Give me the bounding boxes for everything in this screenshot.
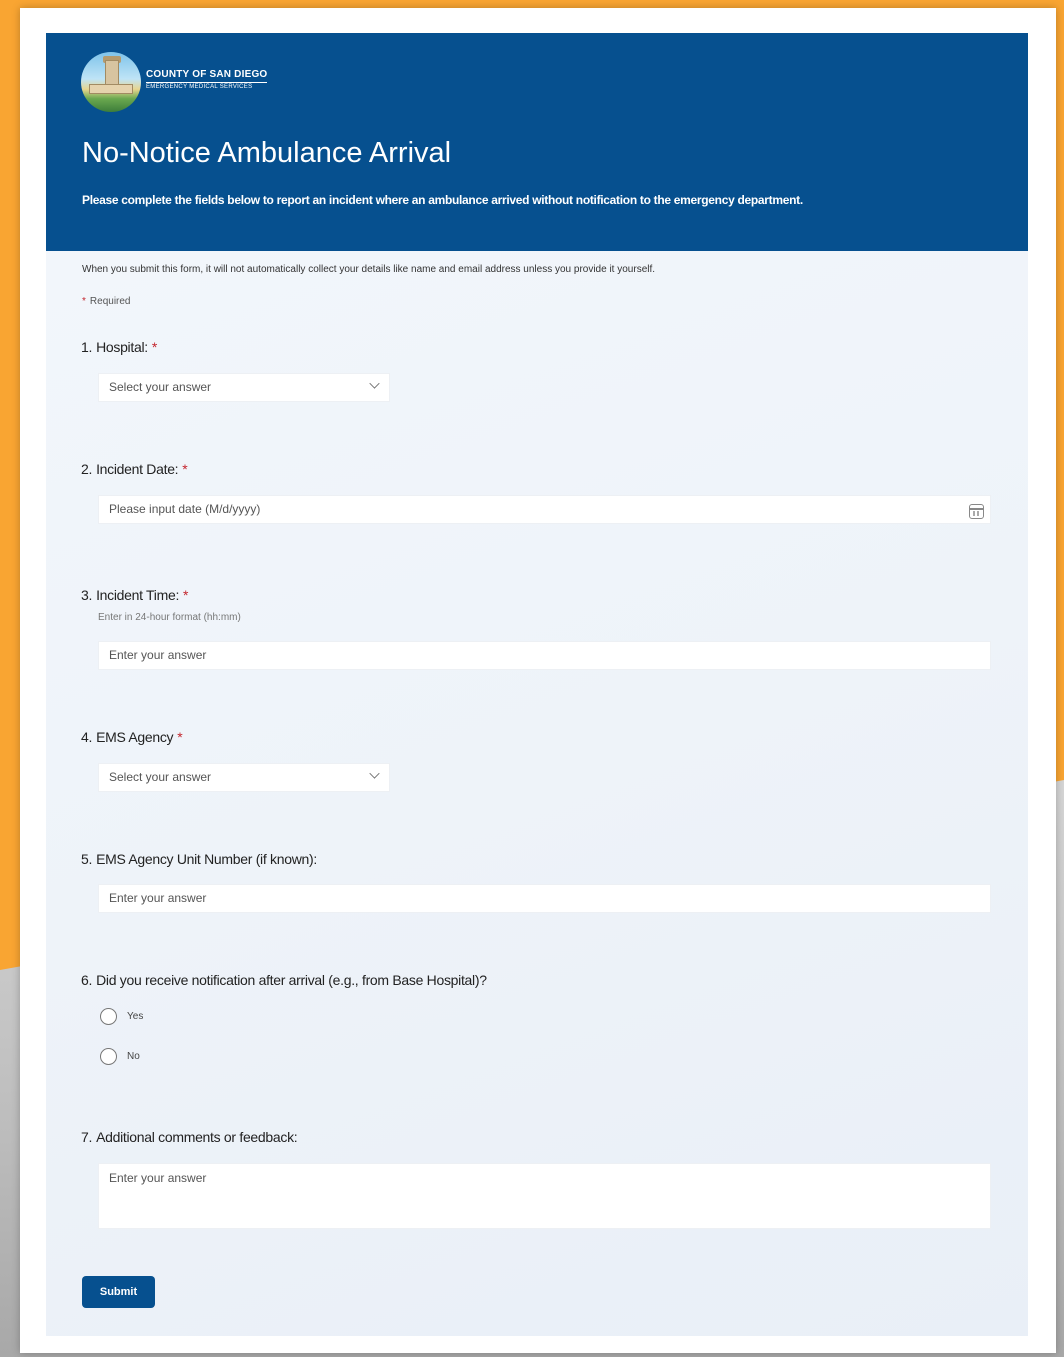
radio-option-no[interactable]: No <box>100 1048 140 1065</box>
form-container: COUNTY OF SAN DIEGO EMERGENCY MEDICAL SE… <box>46 33 1028 1336</box>
radio-label: Yes <box>127 1011 144 1022</box>
comments-textarea[interactable]: Enter your answer <box>98 1163 991 1229</box>
radio-option-yes[interactable]: Yes <box>100 1008 143 1025</box>
comments-placeholder: Enter your answer <box>109 1171 207 1185</box>
question-6-label: 6. Did you receive notification after arr… <box>81 972 487 988</box>
required-legend-text: Required <box>89 296 131 307</box>
required-star: * <box>177 729 183 745</box>
logo-text: COUNTY OF SAN DIEGO EMERGENCY MEDICAL SE… <box>146 69 268 90</box>
incident-date-placeholder: Please input date (M/d/yyyy) <box>109 502 261 516</box>
ems-agency-select[interactable]: Select your answer <box>98 763 390 792</box>
hospital-select-placeholder: Select your answer <box>109 380 212 394</box>
question-1-label: 1. Hospital: * <box>81 339 157 355</box>
county-logo-icon <box>81 52 141 112</box>
submit-button[interactable]: Submit <box>82 1276 155 1308</box>
radio-label: No <box>127 1051 140 1062</box>
question-text: Additional comments or feedback: <box>96 1129 298 1145</box>
chevron-down-icon <box>369 378 380 389</box>
logo-line-2: EMERGENCY MEDICAL SERVICES <box>146 82 268 90</box>
radio-button[interactable] <box>100 1008 117 1025</box>
question-text: Incident Time: <box>96 587 180 603</box>
question-number: 6. <box>81 972 93 988</box>
question-4-label: 4. EMS Agency * <box>81 729 183 745</box>
question-2-label: 2. Incident Date: * <box>81 461 188 477</box>
incident-time-placeholder: Enter your answer <box>109 648 207 662</box>
question-number: 1. <box>81 339 93 355</box>
question-text: EMS Agency Unit Number (if known): <box>96 851 317 867</box>
incident-date-input[interactable]: Please input date (M/d/yyyy) <box>98 495 991 524</box>
form-header: COUNTY OF SAN DIEGO EMERGENCY MEDICAL SE… <box>46 33 1028 251</box>
question-text: Did you receive notification after arriv… <box>96 972 487 988</box>
question-text: Incident Date: <box>96 461 179 477</box>
form-description: Please complete the fields below to repo… <box>82 193 803 207</box>
question-number: 2. <box>81 461 93 477</box>
ems-agency-select-placeholder: Select your answer <box>109 770 212 784</box>
question-number: 5. <box>81 851 93 867</box>
radio-button[interactable] <box>100 1048 117 1065</box>
logo-line-1: COUNTY OF SAN DIEGO <box>146 69 268 80</box>
required-star: * <box>82 296 86 307</box>
required-star: * <box>182 461 188 477</box>
question-3-label: 3. Incident Time: * <box>81 587 188 603</box>
question-text: Hospital: <box>96 339 148 355</box>
incident-time-input[interactable]: Enter your answer <box>98 641 991 670</box>
chevron-down-icon <box>369 768 380 779</box>
hospital-select[interactable]: Select your answer <box>98 373 390 402</box>
unit-number-placeholder: Enter your answer <box>109 891 207 905</box>
question-text: EMS Agency <box>96 729 174 745</box>
question-7-label: 7. Additional comments or feedback: <box>81 1129 298 1145</box>
question-number: 7. <box>81 1129 93 1145</box>
question-number: 3. <box>81 587 93 603</box>
question-3-subtitle: Enter in 24-hour format (hh:mm) <box>98 612 241 623</box>
privacy-notice: When you submit this form, it will not a… <box>82 264 656 275</box>
question-number: 4. <box>81 729 93 745</box>
form-title: No-Notice Ambulance Arrival <box>82 137 452 169</box>
calendar-icon[interactable] <box>969 504 984 519</box>
required-star: * <box>151 339 158 355</box>
question-5-label: 5. EMS Agency Unit Number (if known): <box>81 851 317 867</box>
unit-number-input[interactable]: Enter your answer <box>98 884 991 913</box>
required-legend: * Required <box>82 296 131 307</box>
required-star: * <box>183 587 189 603</box>
